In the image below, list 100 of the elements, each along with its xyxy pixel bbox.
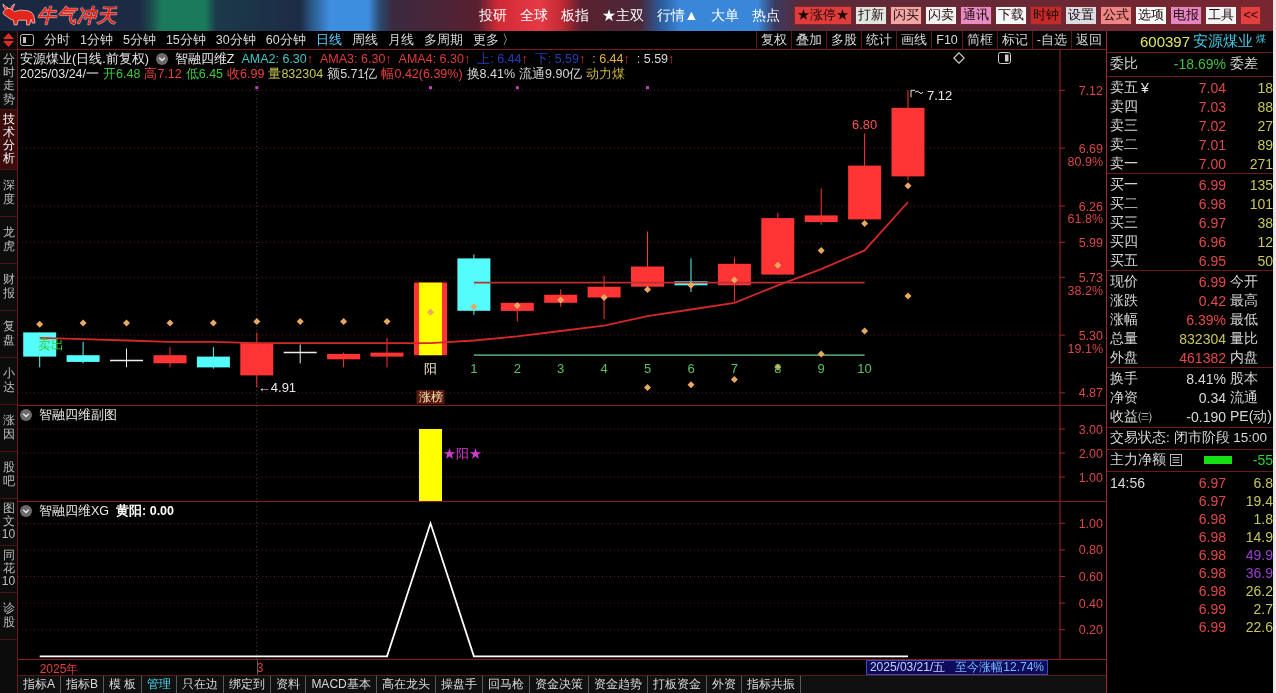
order-volume: 101 bbox=[1248, 196, 1273, 213]
collapse-icon[interactable] bbox=[155, 53, 168, 65]
period-tab[interactable]: 60分钟 bbox=[260, 31, 311, 49]
toolbar-button[interactable]: 复权 bbox=[756, 31, 792, 49]
field-label: 委差 bbox=[1229, 55, 1259, 74]
quick-button[interactable]: << bbox=[1240, 6, 1261, 25]
toolbar-button[interactable]: 返回 bbox=[1071, 31, 1106, 49]
quick-button[interactable]: 选项 bbox=[1135, 6, 1168, 25]
indicator-tab[interactable]: 高在龙头 bbox=[376, 676, 436, 693]
quick-button[interactable]: 下载 bbox=[995, 6, 1028, 25]
side-tab[interactable]: 分时走势 bbox=[0, 50, 17, 110]
toolbar-button[interactable]: 叠加 bbox=[791, 31, 827, 49]
side-tab[interactable]: 复盘 bbox=[0, 310, 17, 358]
quick-button[interactable]: 设置 bbox=[1065, 6, 1098, 25]
currency-mark: ¥ bbox=[1141, 80, 1149, 97]
candle-label: 7 bbox=[730, 361, 738, 376]
toolbar-button[interactable]: 统计 bbox=[861, 31, 897, 49]
indicator-tab[interactable]: 只在边 bbox=[177, 676, 225, 693]
candle-label: 9 bbox=[817, 361, 825, 376]
indicator-tab[interactable]: 资金决策 bbox=[529, 676, 589, 693]
tick-volume: 6.8 bbox=[1252, 474, 1273, 491]
quote-value: 量832304 bbox=[268, 65, 324, 83]
indicator-tab[interactable]: 指标A bbox=[18, 676, 61, 693]
quick-button[interactable]: 闪买 bbox=[890, 6, 923, 25]
quote-value: 收6.99 bbox=[227, 65, 265, 83]
diamond-icon[interactable] bbox=[953, 52, 965, 64]
period-tab[interactable]: 分时 bbox=[39, 31, 75, 49]
menu-item[interactable]: 板指 bbox=[560, 6, 589, 25]
indicator-tab[interactable]: 模 板 bbox=[104, 676, 143, 693]
period-tab[interactable]: 30分钟 bbox=[210, 31, 261, 49]
side-tab[interactable]: 深度 bbox=[0, 169, 17, 217]
indicator-tab[interactable]: 回马枪 bbox=[482, 676, 530, 693]
toolbar-button[interactable]: 画线 bbox=[896, 31, 932, 49]
side-tab[interactable]: 技术分析 bbox=[0, 109, 17, 170]
indicator-tab[interactable]: 打板资金 bbox=[647, 676, 707, 693]
side-tab[interactable]: 诊股 bbox=[0, 592, 17, 640]
tick-price: 6.98 bbox=[1197, 564, 1226, 581]
order-level-label: 买四 bbox=[1110, 232, 1138, 251]
toolbar-button[interactable]: 简框 bbox=[961, 31, 997, 49]
quick-button[interactable]: 闪卖 bbox=[925, 6, 958, 25]
signal-label: 卖出 bbox=[37, 337, 64, 352]
quick-button[interactable]: 工具 bbox=[1205, 6, 1238, 25]
side-tab[interactable]: 股吧 bbox=[0, 451, 17, 499]
period-tab[interactable]: 周线 bbox=[346, 31, 383, 49]
quick-button[interactable]: 通讯 bbox=[960, 6, 993, 25]
scroll-down-icon[interactable] bbox=[3, 41, 14, 47]
price-label: 7.12 bbox=[927, 88, 953, 104]
side-tab[interactable]: 小达 bbox=[0, 357, 17, 405]
menu-item[interactable]: 行情▲ bbox=[656, 6, 699, 25]
side-tab[interactable]: 同花10 bbox=[0, 545, 17, 593]
field-label: 涨幅 bbox=[1110, 310, 1139, 329]
tick-price: 6.98 bbox=[1197, 510, 1226, 527]
list-icon[interactable] bbox=[1170, 454, 1182, 467]
order-volume: 88 bbox=[1256, 99, 1273, 116]
indicator-tab[interactable]: 绑定到 bbox=[224, 676, 272, 693]
order-price: 6.95 bbox=[1197, 252, 1226, 269]
order-price: 7.00 bbox=[1197, 155, 1226, 172]
field-label: 内盘 bbox=[1229, 348, 1259, 367]
period-tab[interactable]: 5分钟 bbox=[117, 31, 161, 49]
indicator-tab[interactable]: 指标B bbox=[61, 676, 105, 693]
toolbar-button[interactable]: F10 bbox=[931, 31, 962, 49]
toolbar-button[interactable]: 多股 bbox=[826, 31, 862, 49]
indicator-tab[interactable]: 管理 bbox=[142, 676, 178, 693]
tick-volume: 1.8 bbox=[1252, 510, 1273, 527]
indicator-tab[interactable]: 操盘手 bbox=[435, 676, 483, 693]
chart-title: 安源煤业(日线.前复权) bbox=[20, 50, 149, 66]
side-tab[interactable]: 涨因 bbox=[0, 404, 17, 452]
quick-button[interactable]: ★涨停★ bbox=[794, 6, 853, 25]
period-tab[interactable]: 15分钟 bbox=[160, 31, 211, 49]
quick-button[interactable]: 打新 bbox=[855, 6, 888, 25]
menu-item[interactable]: 热点 bbox=[752, 6, 781, 25]
menu-item[interactable]: 全球 bbox=[519, 6, 548, 25]
menu-item[interactable]: 大单 bbox=[711, 6, 740, 25]
period-tab[interactable]: 多周期 bbox=[418, 31, 468, 49]
indicator-tab[interactable]: 外资 bbox=[706, 676, 742, 693]
scroll-up-icon[interactable] bbox=[3, 33, 14, 39]
quick-button[interactable]: 公式 bbox=[1100, 6, 1133, 25]
menu-item[interactable]: ★主双 bbox=[601, 6, 644, 25]
period-tab[interactable]: 更多 〉 bbox=[467, 31, 521, 49]
quick-button[interactable]: 电报 bbox=[1170, 6, 1203, 25]
indicator-tab[interactable]: 指标共振 bbox=[741, 676, 801, 693]
period-tab[interactable]: 日线 bbox=[310, 31, 347, 49]
indicator-tab[interactable]: 资料 bbox=[271, 676, 307, 693]
indicator-tab[interactable]: MACD基本 bbox=[306, 676, 377, 693]
period-tab[interactable]: 1分钟 bbox=[75, 31, 118, 49]
field-label: 外盘 bbox=[1110, 348, 1139, 367]
side-tab[interactable]: 龙虎 bbox=[0, 216, 17, 264]
collapse-icon[interactable] bbox=[20, 505, 32, 517]
toolbar-button[interactable]: 标记 bbox=[996, 31, 1032, 49]
side-tab[interactable]: 图文10 bbox=[0, 498, 17, 546]
panel-toggle-icon[interactable] bbox=[20, 34, 34, 46]
collapse-icon[interactable] bbox=[20, 409, 32, 421]
period-tab[interactable]: 月线 bbox=[382, 31, 419, 49]
toolbar-button[interactable]: -自选 bbox=[1031, 31, 1071, 49]
indicator-tab[interactable]: 资金趋势 bbox=[588, 676, 648, 693]
side-tab[interactable]: 财报 bbox=[0, 263, 17, 311]
menu-item[interactable]: 投研 bbox=[478, 6, 507, 25]
field-label: 量比 bbox=[1229, 329, 1259, 348]
panel-toggle-icon[interactable] bbox=[998, 52, 1011, 64]
candle-label: 3 bbox=[557, 361, 565, 376]
